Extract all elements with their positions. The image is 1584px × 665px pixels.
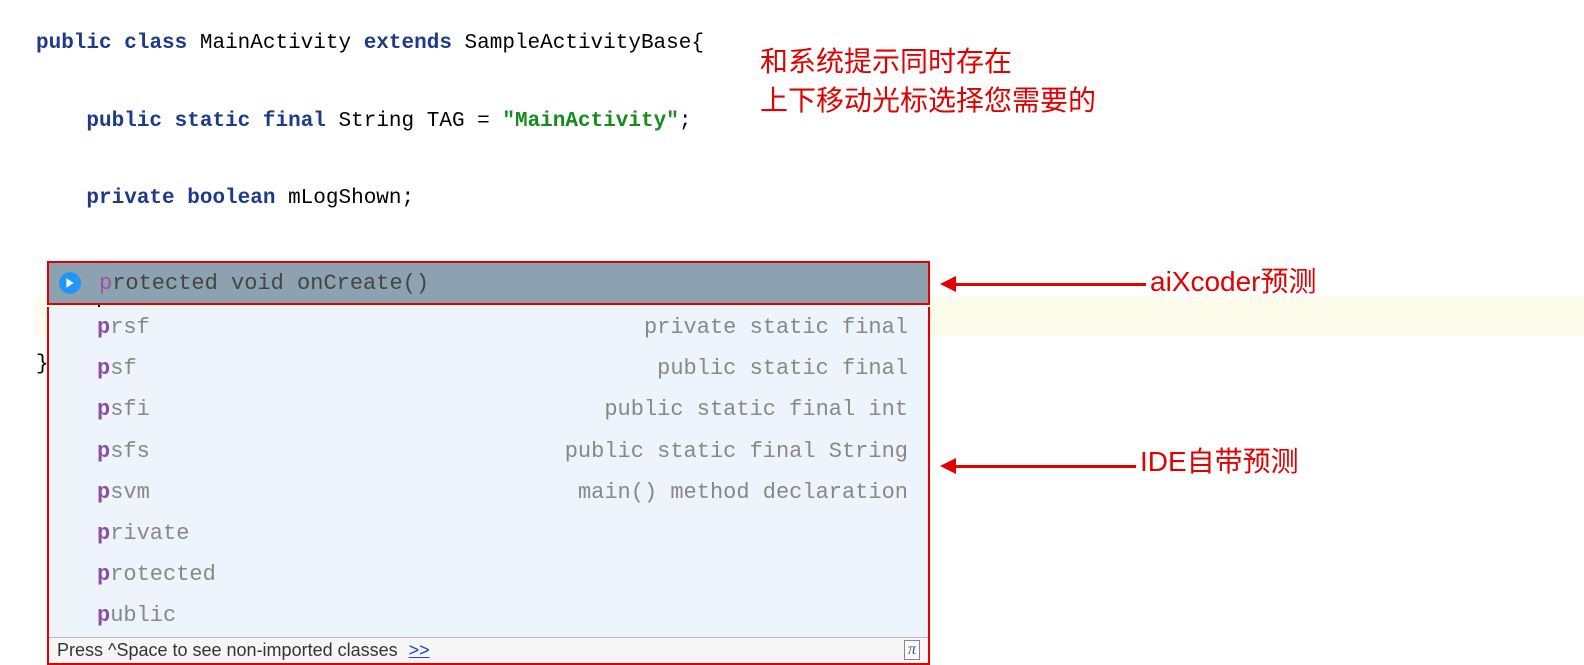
- arrow-aixcoder: [940, 276, 1146, 292]
- ide-suggestion-box: prsf private static final psf public sta…: [47, 307, 930, 665]
- code-line-3: private boolean mLogShown;: [36, 180, 1584, 219]
- suggestion-item[interactable]: private: [49, 513, 928, 554]
- suggestion-item[interactable]: prsf private static final: [49, 307, 928, 348]
- suggestion-item[interactable]: public: [49, 595, 928, 636]
- annotation-top: 和系统提示同时存在 上下移动光标选择您需要的: [760, 42, 1096, 120]
- footer-more-link[interactable]: >>: [409, 640, 430, 660]
- suggestion-item[interactable]: psf public static final: [49, 348, 928, 389]
- annotation-ide: IDE自带预测: [1140, 442, 1299, 481]
- aixcoder-suggestion-box: protected void onCreate(): [47, 261, 930, 305]
- suggestion-item[interactable]: psvm main() method declaration: [49, 472, 928, 513]
- suggestion-item[interactable]: psfi public static final int: [49, 389, 928, 430]
- popup-footer: Press ^Space to see non-imported classes…: [49, 637, 928, 663]
- suggestion-item[interactable]: psfs public static final String: [49, 431, 928, 472]
- pi-icon[interactable]: π: [904, 640, 920, 660]
- code-line-blank: [36, 142, 1584, 181]
- annotation-aixcoder: aiXcoder预测: [1150, 262, 1317, 301]
- suggestion-item[interactable]: protected: [49, 554, 928, 595]
- aixcoder-suggestion[interactable]: protected void onCreate(): [99, 271, 429, 296]
- aixcoder-icon: [59, 272, 81, 294]
- suggestion-list: prsf private static final psf public sta…: [49, 307, 928, 637]
- completion-popup: protected void onCreate() prsf private s…: [47, 261, 930, 665]
- code-line-blank: [36, 219, 1584, 258]
- arrow-ide: [940, 458, 1136, 474]
- footer-hint: Press ^Space to see non-imported classes: [57, 640, 398, 660]
